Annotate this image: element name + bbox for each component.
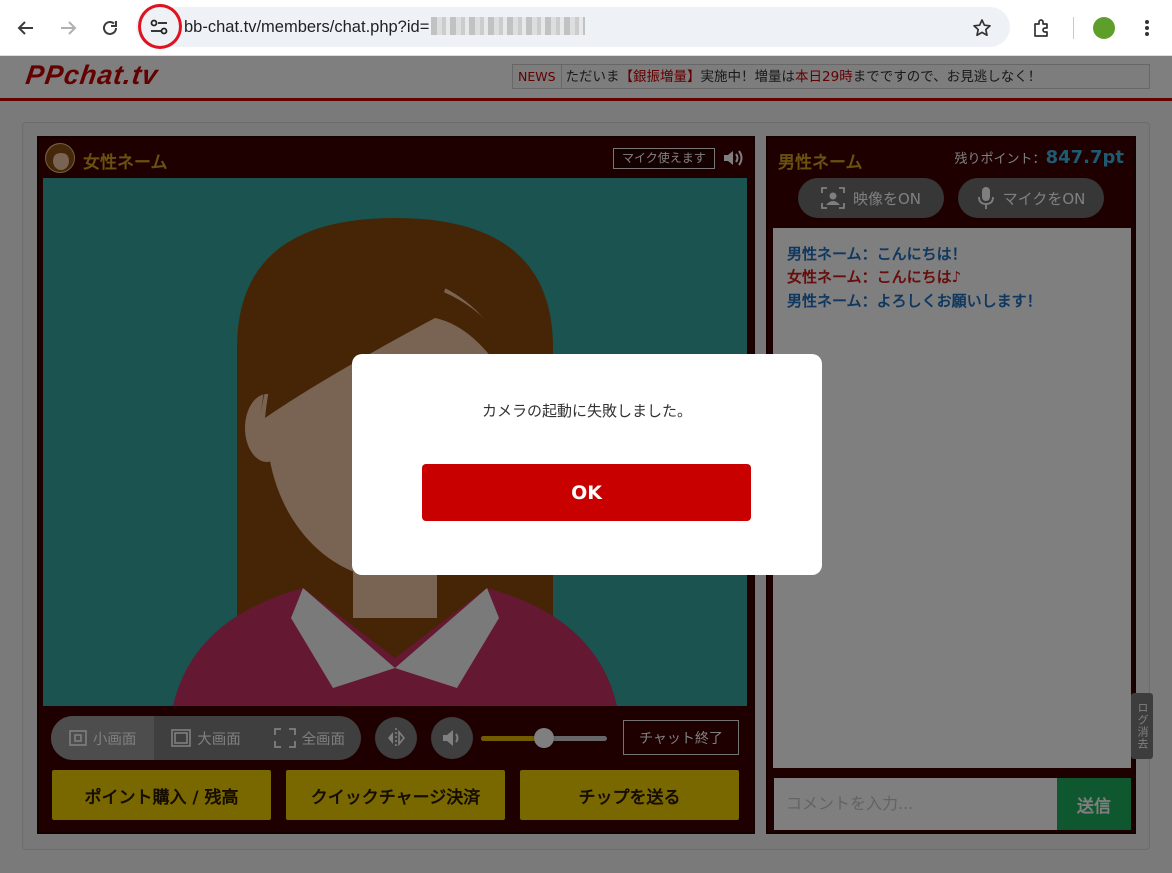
back-arrow-icon bbox=[17, 21, 33, 35]
forward-button[interactable] bbox=[52, 12, 84, 44]
redacted-id bbox=[431, 17, 586, 35]
extensions-button[interactable] bbox=[1026, 12, 1058, 44]
highlight-circle bbox=[138, 4, 182, 49]
back-button[interactable] bbox=[10, 12, 42, 44]
profile-avatar[interactable] bbox=[1093, 17, 1115, 39]
forward-arrow-icon bbox=[61, 21, 77, 35]
ok-button[interactable]: OK bbox=[422, 464, 751, 521]
bookmark-star-button[interactable] bbox=[966, 12, 998, 44]
star-icon bbox=[973, 19, 991, 37]
browser-toolbar: bb-chat.tv/members/chat.php?id= bbox=[0, 0, 1172, 56]
dialog-message: カメラの起動に失敗しました。 bbox=[481, 402, 692, 420]
error-dialog: カメラの起動に失敗しました。 OK bbox=[352, 354, 822, 575]
toolbar-separator bbox=[1073, 17, 1074, 39]
more-vertical-icon bbox=[1145, 20, 1149, 36]
puzzle-icon bbox=[1034, 19, 1048, 37]
browser-menu-button[interactable] bbox=[1131, 12, 1163, 44]
address-bar[interactable]: bb-chat.tv/members/chat.php?id= bbox=[136, 7, 1010, 47]
reload-icon bbox=[103, 20, 117, 35]
reload-button[interactable] bbox=[94, 12, 126, 44]
url-text: bb-chat.tv/members/chat.php?id= bbox=[184, 17, 586, 37]
